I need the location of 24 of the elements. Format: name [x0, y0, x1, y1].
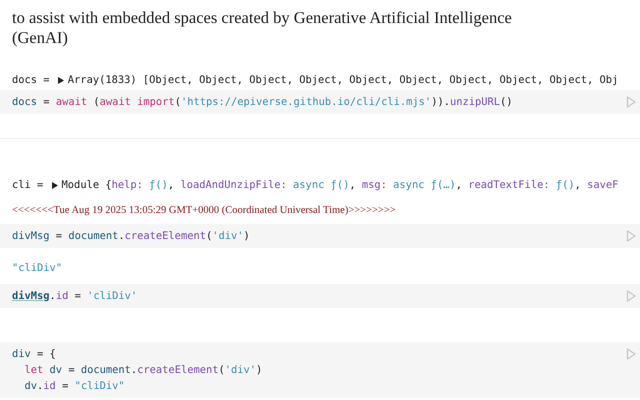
output-value: Array(1833) [Object, Object, Object, Object, Object, Object, Object, Object, Object, Obj	[68, 74, 618, 86]
run-icon[interactable]	[626, 348, 636, 360]
intro-text: (GenAI)	[12, 28, 69, 48]
code-line: docs = await (await import('https://epiverse.github.io/cli/cli.mjs')).unzipURL()	[12, 95, 513, 110]
run-icon[interactable]	[626, 230, 636, 242]
intro-text: to assist with embedded spaces created by Generative Artificial Intelligence	[12, 8, 513, 28]
code-line: let dv = document.createElement('div')	[24, 363, 262, 378]
cell-name: docs =	[12, 74, 51, 86]
expand-caret-icon[interactable]	[58, 76, 64, 84]
code-cell[interactable]: divMsg = document.createElement('div')	[0, 224, 640, 248]
output-value: Module {help: ƒ(), loadAndUnzipFile: async ƒ(), msg: async ƒ(…), readTextFile: ƒ(), saveF	[62, 179, 618, 191]
output-value: "cliDiv"	[11, 261, 64, 276]
code-cell[interactable]: docs = await (await import('https://epiverse.github.io/cli/cli.mjs')).unzipURL()	[0, 90, 640, 114]
run-icon[interactable]	[626, 290, 636, 302]
expand-caret-icon[interactable]	[52, 182, 58, 188]
code-line: divMsg.id = 'cliDiv'	[12, 289, 138, 304]
cell-name: cli =	[12, 179, 44, 191]
code-line: divMsg = document.createElement('div')	[12, 229, 250, 244]
code-cell[interactable]: div = { let dv = document.createElement('div') dv.id = "cliDiv"	[0, 342, 640, 398]
run-icon[interactable]	[626, 96, 636, 108]
code-cell[interactable]: divMsg.id = 'cliDiv'	[0, 284, 640, 308]
code-line: div = {	[12, 347, 57, 362]
code-line: dv.id = "cliDiv"	[24, 379, 126, 394]
log-message: <<<<<<<Tue Aug 19 2025 13:05:29 GMT+0000 (Coordinated Universal Time)>>>>>>>>	[11, 205, 397, 216]
